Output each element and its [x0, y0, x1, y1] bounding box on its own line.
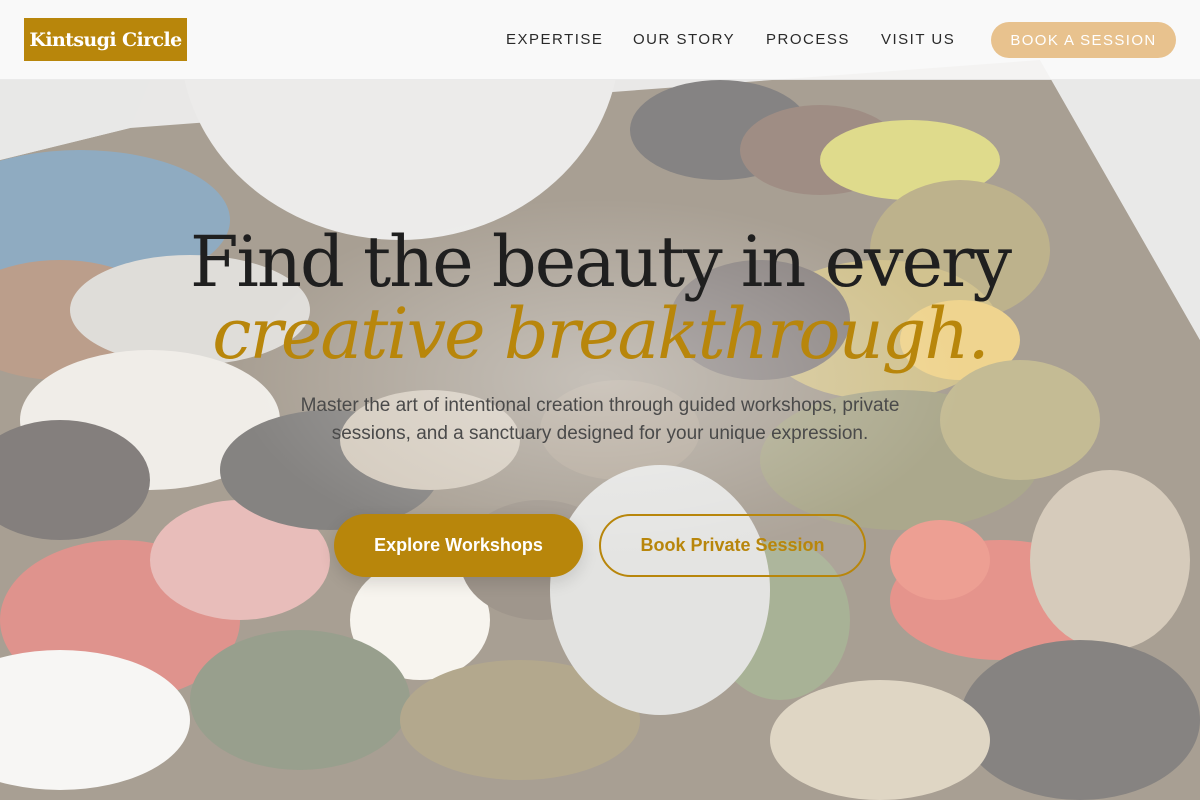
- explore-workshops-button[interactable]: Explore Workshops: [334, 514, 583, 577]
- nav-link-expertise[interactable]: EXPERTISE: [506, 30, 603, 50]
- hero-headline: Find the beauty in every: [189, 221, 1012, 303]
- nav-link-visit-us[interactable]: VISIT US: [881, 30, 955, 50]
- book-session-button[interactable]: BOOK A SESSION: [991, 22, 1176, 58]
- hero-subtext: Master the art of intentional creation t…: [300, 395, 900, 444]
- site-header: Kintsugi Circle EXPERTISE OUR STORY PROC…: [0, 0, 1200, 80]
- nav-link-our-story[interactable]: OUR STORY: [633, 30, 735, 50]
- nav-link-process[interactable]: PROCESS: [766, 30, 850, 50]
- hero-headline-accent: creative breakthrough.: [212, 293, 989, 375]
- book-private-session-button[interactable]: Book Private Session: [599, 514, 866, 577]
